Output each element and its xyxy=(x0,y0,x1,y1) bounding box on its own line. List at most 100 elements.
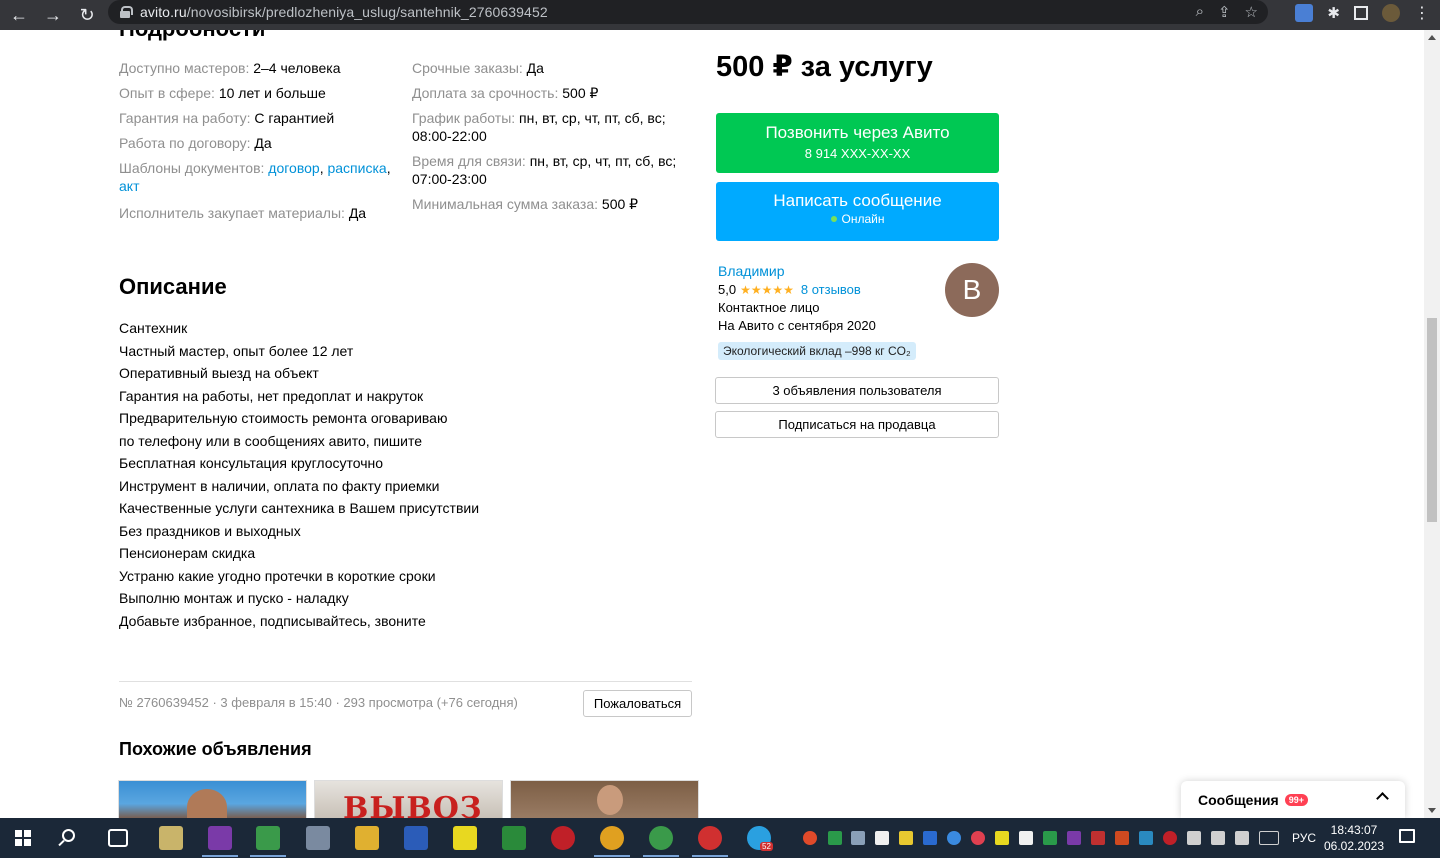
profile-avatar-icon[interactable] xyxy=(1382,4,1400,22)
tray-app-icon[interactable] xyxy=(995,831,1009,845)
tray-app-icon[interactable] xyxy=(851,831,865,845)
app-icon[interactable] xyxy=(306,826,330,850)
tray-app-icon[interactable] xyxy=(875,831,889,845)
search-icon[interactable] xyxy=(62,829,75,842)
translate-extension-icon[interactable] xyxy=(1295,4,1314,22)
messages-widget[interactable]: Сообщения 99+ xyxy=(1181,781,1405,818)
scroll-down-arrow-icon[interactable] xyxy=(1428,808,1436,813)
detail-row: Время для связи: пн, вт, ср, чт, пт, сб,… xyxy=(412,153,677,187)
task-view-icon[interactable] xyxy=(108,829,128,847)
share-icon[interactable]: ⇪ xyxy=(1218,3,1231,21)
report-button[interactable]: Пожаловаться xyxy=(583,690,692,717)
telegram-badge: 52 xyxy=(760,842,773,851)
file-explorer-app-icon[interactable] xyxy=(159,826,183,850)
similar-listing-thumbnail[interactable]: ВЫВОЗ xyxy=(314,780,503,818)
chrome-app-icon[interactable] xyxy=(649,826,673,850)
details-right-column: Срочные заказы: Да Доплата за срочность:… xyxy=(412,59,692,220)
notification-center-icon[interactable] xyxy=(1399,829,1415,843)
subscribe-button[interactable]: Подписаться на продавца xyxy=(715,411,999,438)
chrome-app-icon[interactable] xyxy=(600,826,624,850)
tray-app-icon[interactable] xyxy=(971,831,985,845)
zoom-icon[interactable]: ⌕ xyxy=(1196,3,1204,21)
notepad-app-icon[interactable] xyxy=(256,826,280,850)
reload-icon[interactable]: ↻ xyxy=(72,4,102,26)
word-app-icon[interactable] xyxy=(404,826,428,850)
seller-name-link[interactable]: Владимир xyxy=(718,263,785,279)
messages-label: Сообщения xyxy=(1198,791,1279,808)
address-bar[interactable]: avito.ru/novosibirsk/predlozheniya_uslug… xyxy=(108,0,1268,24)
tray-app-icon[interactable] xyxy=(1019,831,1033,845)
chrome-app-icon[interactable] xyxy=(698,826,722,850)
language-indicator[interactable]: РУС xyxy=(1292,831,1316,845)
detail-row: Доплата за срочность: 500 ₽ xyxy=(412,85,599,101)
eco-badge[interactable]: Экологический вклад –998 кг CO₂ xyxy=(718,342,916,360)
bookmark-star-icon[interactable]: ☆ xyxy=(1245,3,1258,21)
scroll-up-arrow-icon[interactable] xyxy=(1428,35,1436,40)
excel-app-icon[interactable] xyxy=(502,826,526,850)
side-panel-icon[interactable] xyxy=(1354,6,1368,20)
active-app-indicator xyxy=(202,855,238,857)
description-line: Инструмент в наличии, оплата по факту пр… xyxy=(119,477,440,494)
description-line: Бесплатная консультация круглосуточно xyxy=(119,455,384,471)
extensions-puzzle-icon[interactable]: ✱ xyxy=(1327,4,1340,22)
clock-time: 18:43:07 xyxy=(1330,823,1378,837)
detail-row: Срочные заказы: Да xyxy=(412,60,544,76)
detail-row-templates: Шаблоны документов: договор, расписка, ак… xyxy=(119,160,391,194)
tray-app-icon[interactable] xyxy=(1091,831,1105,845)
system-clock[interactable]: 18:43:07 06.02.2023 xyxy=(1322,822,1386,854)
template-link-act[interactable]: акт xyxy=(119,178,139,194)
similar-listing-thumbnail[interactable] xyxy=(118,780,307,818)
chevron-up-icon[interactable] xyxy=(1376,792,1389,805)
url-text: avito.ru/novosibirsk/predlozheniya_uslug… xyxy=(140,4,548,20)
tray-app-icon[interactable] xyxy=(947,831,961,845)
wifi-icon[interactable] xyxy=(1211,831,1225,845)
template-link-receipt[interactable]: расписка xyxy=(327,160,386,176)
clock-date: 06.02.2023 xyxy=(1323,839,1385,853)
detail-row: Минимальная сумма заказа: 500 ₽ xyxy=(412,196,639,212)
description-line: Частный мастер, опыт более 12 лет xyxy=(119,342,354,359)
tray-app-icon[interactable] xyxy=(1139,831,1153,845)
tray-app-icon[interactable] xyxy=(1163,831,1177,845)
battery-icon[interactable] xyxy=(1187,831,1201,845)
tray-app-icon[interactable] xyxy=(1115,831,1129,845)
message-button-label: Написать сообщение xyxy=(773,191,942,210)
browser-toolbar: ← → ↻ avito.ru/novosibirsk/predlozheniya… xyxy=(0,0,1440,30)
similar-listing-thumbnail[interactable] xyxy=(510,780,699,818)
seller-ads-button[interactable]: 3 объявления пользователя xyxy=(715,377,999,404)
detail-row: Гарантия на работу: С гарантией xyxy=(119,110,335,126)
tray-app-icon[interactable] xyxy=(1043,831,1057,845)
reviews-link[interactable]: 8 отзывов xyxy=(801,282,861,297)
folder-app-icon[interactable] xyxy=(355,826,379,850)
tray-app-icon[interactable] xyxy=(828,831,842,845)
windows-start-icon[interactable] xyxy=(15,830,31,846)
template-link-contract[interactable]: договор xyxy=(268,160,319,176)
call-button[interactable]: Позвонить через Авито 8 914 XXX-XX-XX xyxy=(716,113,999,173)
message-button[interactable]: Написать сообщение Онлайн xyxy=(716,182,999,241)
seller-avatar[interactable]: В xyxy=(945,263,999,317)
volume-icon[interactable] xyxy=(1235,831,1249,845)
description-line: Сантехник xyxy=(119,320,188,336)
tray-app-icon[interactable] xyxy=(803,831,817,845)
sticky-notes-app-icon[interactable] xyxy=(453,826,477,850)
page-scrollbar[interactable] xyxy=(1424,30,1440,818)
back-arrow-icon[interactable]: ← xyxy=(4,4,34,26)
forward-arrow-icon[interactable]: → xyxy=(38,4,68,26)
person-photo xyxy=(187,789,227,818)
detail-row: Доступно мастеров: 2–4 человека xyxy=(119,60,341,76)
star-rating-icon: ★★★★★ xyxy=(740,282,794,297)
call-button-label: Позвонить через Авито xyxy=(765,123,950,142)
description-heading: Описание xyxy=(119,274,227,299)
onenote-app-icon[interactable] xyxy=(208,826,232,850)
menu-kebab-icon[interactable]: ⋮ xyxy=(1414,3,1430,23)
scrollbar-thumb[interactable] xyxy=(1427,318,1437,522)
description-line: Гарантия на работы, нет предоплат и накр… xyxy=(119,387,424,404)
tray-app-icon[interactable] xyxy=(1067,831,1081,845)
description-line: по телефону или в сообщениях авито, пиши… xyxy=(119,432,423,449)
yandex-app-icon[interactable] xyxy=(551,826,575,850)
description-text: Сантехник Частный мастер, опыт более 12 … xyxy=(119,317,479,632)
tray-app-icon[interactable] xyxy=(899,831,913,845)
description-line: Пенсионерам скидка xyxy=(119,545,256,561)
tray-app-icon[interactable] xyxy=(923,831,937,845)
keyboard-icon[interactable] xyxy=(1259,831,1279,845)
divider xyxy=(119,681,692,682)
